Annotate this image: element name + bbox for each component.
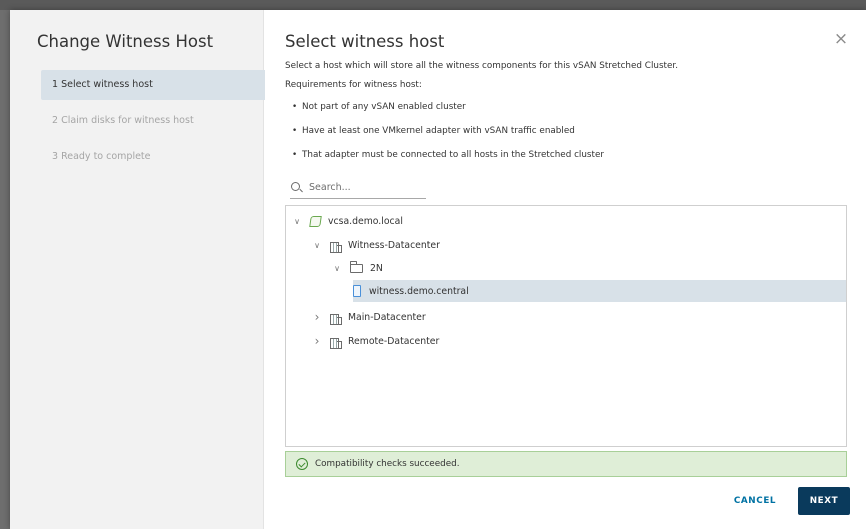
search-box [290,177,426,199]
vcenter-icon [309,215,322,227]
requirement-item: • Have at least one VMkernel adapter with… [285,124,845,148]
tree-node-main-datacenter[interactable]: › Main-Datacenter [312,306,426,328]
tree-node-label: 2N [370,262,383,274]
host-icon [353,285,361,297]
folder-icon [349,260,363,273]
check-circle-icon [296,458,308,470]
step-select-witness-host[interactable]: 1 Select witness host [41,70,265,100]
requirement-item: • Not part of any vSAN enabled cluster [285,100,845,124]
chevron-right-icon[interactable]: › [312,310,322,324]
chevron-down-icon[interactable]: ∨ [292,217,302,226]
tree-node-remote-datacenter[interactable]: › Remote-Datacenter [312,330,439,352]
tree-node-label: vcsa.demo.local [328,215,403,227]
wizard-sidebar: Change Witness Host 1 Select witness hos… [10,10,265,529]
chevron-down-icon[interactable]: ∨ [312,241,322,250]
bullet-icon: • [292,126,298,136]
step-ready-to-complete[interactable]: 3 Ready to complete [41,142,265,172]
change-witness-host-dialog: Change Witness Host 1 Select witness hos… [10,10,866,529]
search-icon [290,181,303,194]
next-button[interactable]: NEXT [798,487,850,515]
tree-node-label: Main-Datacenter [348,311,426,323]
tree-node-label: Witness-Datacenter [348,239,440,251]
inventory-tree: ∨ vcsa.demo.local ∨ Witness-Datacenter ∨… [285,205,847,447]
tree-node-label: Remote-Datacenter [348,335,440,347]
tree-node-folder-2n[interactable]: ∨ 2N [332,257,383,279]
requirement-text: Not part of any vSAN enabled cluster [302,102,466,112]
requirements-label: Requirements for witness host: [285,80,422,90]
step-claim-disks[interactable]: 2 Claim disks for witness host [41,106,265,136]
tree-node-label: witness.demo.central [369,285,469,297]
page-title: Select witness host [285,32,445,51]
bullet-icon: • [292,102,298,112]
tree-node-witness-datacenter[interactable]: ∨ Witness-Datacenter [312,234,440,256]
requirement-text: Have at least one VMkernel adapter with … [302,126,575,136]
status-message: Compatibility checks succeeded. [315,459,460,469]
cancel-button[interactable]: CANCEL [726,487,784,515]
wizard-title: Change Witness Host [37,32,214,51]
requirements-list: • Not part of any vSAN enabled cluster • H… [285,100,845,172]
wizard-content: Select witness host × Select a host whic… [264,10,866,529]
tree-node-witness-host[interactable]: witness.demo.central [353,280,846,302]
wizard-steps: 1 Select witness host 2 Claim disks for … [41,70,265,178]
close-icon[interactable]: × [832,30,850,48]
datacenter-icon [330,240,342,253]
requirement-text: That adapter must be connected to all ho… [302,150,604,160]
search-input[interactable] [309,182,419,193]
datacenter-icon [330,336,342,349]
datacenter-icon [330,312,342,325]
tree-node-vcenter[interactable]: ∨ vcsa.demo.local [292,210,403,232]
compatibility-status: Compatibility checks succeeded. [285,451,847,477]
description-text: Select a host which will store all the w… [285,61,679,71]
chevron-right-icon[interactable]: › [312,334,322,348]
requirement-item: • That adapter must be connected to all h… [285,148,845,172]
background-strip [0,0,866,10]
chevron-down-icon[interactable]: ∨ [332,264,342,273]
bullet-icon: • [292,150,298,160]
